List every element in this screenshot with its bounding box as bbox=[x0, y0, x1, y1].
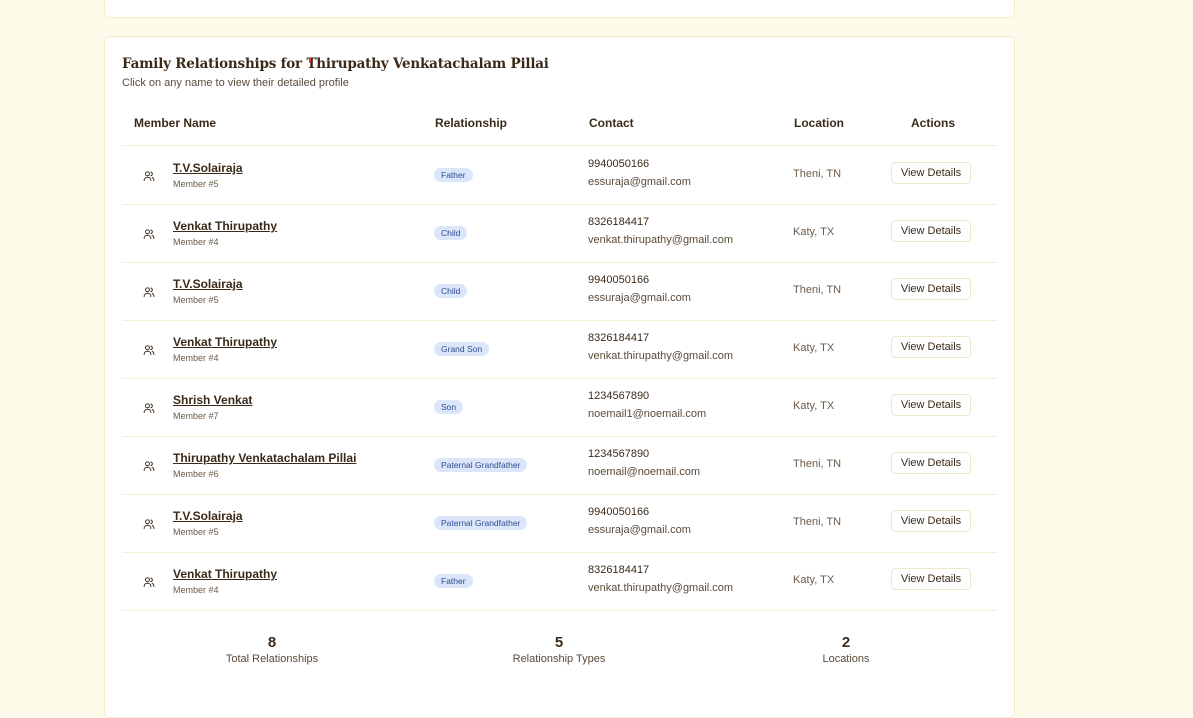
stat-value: 5 bbox=[554, 634, 564, 651]
stat-total-relationships: 8 Total Relationships bbox=[182, 634, 362, 665]
location-text: Katy, TX bbox=[793, 342, 835, 354]
contact-email: essuraja@gmail.com bbox=[588, 176, 691, 188]
member-name-link[interactable]: Venkat Thirupathy bbox=[173, 567, 277, 581]
previous-card bbox=[104, 0, 1015, 18]
header-location: Location bbox=[794, 116, 844, 130]
mouse-cursor bbox=[309, 58, 311, 63]
member-name-link[interactable]: Venkat Thirupathy bbox=[173, 219, 277, 233]
location-text: Katy, TX bbox=[793, 400, 835, 412]
table-row: T.V.Solairaja Member #5 Father 9940050166 es… bbox=[122, 146, 997, 205]
table-row: Venkat Thirupathy Member #4 Child 832618441… bbox=[122, 204, 997, 263]
contact-phone: 8326184417 bbox=[588, 564, 650, 576]
header-member-name: Member Name bbox=[134, 116, 217, 130]
stat-label: Relationship Types bbox=[512, 653, 606, 665]
header-contact: Contact bbox=[589, 116, 634, 130]
contact-phone: 1234567890 bbox=[588, 448, 650, 460]
contact-email: essuraja@gmail.com bbox=[588, 292, 691, 304]
users-icon bbox=[143, 517, 155, 529]
family-relationships-panel: Family Relationships for Thirupathy Venk… bbox=[104, 36, 1015, 718]
relationship-badge: Paternal Grandfather bbox=[434, 516, 528, 530]
member-name-link[interactable]: T.V.Solairaja bbox=[173, 161, 243, 175]
contact-phone: 9940050166 bbox=[588, 158, 650, 170]
contact-phone: 8326184417 bbox=[588, 216, 650, 228]
location-text: Theni, TN bbox=[793, 458, 842, 470]
stat-label: Locations bbox=[822, 653, 870, 665]
table-row: Venkat Thirupathy Member #4 Grand Son 83261… bbox=[122, 320, 997, 379]
member-number: Member #7 bbox=[173, 411, 219, 421]
relationship-badge: Father bbox=[434, 168, 473, 182]
contact-phone: 1234567890 bbox=[588, 390, 650, 402]
member-name-link[interactable]: Shrish Venkat bbox=[173, 393, 252, 407]
panel-subtitle: Click on any name to view their detailed… bbox=[122, 77, 349, 89]
users-icon bbox=[143, 401, 155, 413]
relationship-badge: Son bbox=[434, 400, 464, 414]
stat-label: Total Relationships bbox=[225, 653, 319, 665]
relationship-badge: Child bbox=[434, 226, 468, 240]
table-row: Venkat Thirupathy Member #4 Father 83261844… bbox=[122, 552, 997, 611]
view-details-button[interactable]: View Details bbox=[891, 568, 971, 590]
view-details-button[interactable]: View Details bbox=[891, 452, 971, 474]
header-actions: Actions bbox=[911, 116, 956, 130]
member-number: Member #6 bbox=[173, 469, 219, 479]
stat-locations: 2 Locations bbox=[756, 634, 936, 665]
stat-value: 2 bbox=[841, 634, 851, 651]
view-details-button[interactable]: View Details bbox=[891, 162, 971, 184]
member-number: Member #5 bbox=[173, 527, 219, 537]
contact-email: noemail1@noemail.com bbox=[588, 408, 707, 420]
view-details-button[interactable]: View Details bbox=[891, 394, 971, 416]
member-number: Member #4 bbox=[173, 585, 219, 595]
contact-email: venkat.thirupathy@gmail.com bbox=[588, 234, 734, 246]
users-icon bbox=[143, 227, 155, 239]
contact-email: venkat.thirupathy@gmail.com bbox=[588, 350, 734, 362]
contact-phone: 8326184417 bbox=[588, 332, 650, 344]
location-text: Theni, TN bbox=[793, 516, 842, 528]
table-row: Thirupathy Venkatachalam Pillai Member #6… bbox=[122, 436, 997, 495]
view-details-button[interactable]: View Details bbox=[891, 220, 971, 242]
member-number: Member #5 bbox=[173, 295, 219, 305]
relationship-badge: Father bbox=[434, 574, 473, 588]
contact-phone: 9940050166 bbox=[588, 506, 650, 518]
contact-email: noemail@noemail.com bbox=[588, 466, 701, 478]
table-header: Member Name Relationship Contact Locatio… bbox=[122, 109, 997, 146]
contact-phone: 9940050166 bbox=[588, 274, 650, 286]
member-number: Member #4 bbox=[173, 353, 219, 363]
location-text: Katy, TX bbox=[793, 226, 835, 238]
view-details-button[interactable]: View Details bbox=[891, 336, 971, 358]
contact-email: essuraja@gmail.com bbox=[588, 524, 691, 536]
relationship-badge: Grand Son bbox=[434, 342, 490, 356]
users-icon bbox=[143, 169, 155, 181]
relationship-badge: Child bbox=[434, 284, 468, 298]
table-row: Shrish Venkat Member #7 Son 1234567890 noema… bbox=[122, 378, 997, 437]
stat-relationship-types: 5 Relationship Types bbox=[469, 634, 649, 665]
location-text: Theni, TN bbox=[793, 168, 842, 180]
header-relationship: Relationship bbox=[435, 116, 508, 130]
location-text: Katy, TX bbox=[793, 574, 835, 586]
member-number: Member #5 bbox=[173, 179, 219, 189]
users-icon bbox=[143, 459, 155, 471]
users-icon bbox=[143, 343, 155, 355]
users-icon bbox=[143, 575, 155, 587]
view-details-button[interactable]: View Details bbox=[891, 278, 971, 300]
location-text: Theni, TN bbox=[793, 284, 842, 296]
panel-title: Family Relationships for Thirupathy Venk… bbox=[122, 56, 549, 72]
member-name-link[interactable]: T.V.Solairaja bbox=[173, 277, 243, 291]
users-icon bbox=[143, 285, 155, 297]
relationship-badge: Paternal Grandfather bbox=[434, 458, 528, 472]
view-details-button[interactable]: View Details bbox=[891, 510, 971, 532]
table-row: T.V.Solairaja Member #5 Paternal Grandfath… bbox=[122, 494, 997, 553]
stat-value: 8 bbox=[267, 634, 277, 651]
table-row: T.V.Solairaja Member #5 Child 9940050166 ess… bbox=[122, 262, 997, 321]
member-name-link[interactable]: T.V.Solairaja bbox=[173, 509, 243, 523]
contact-email: venkat.thirupathy@gmail.com bbox=[588, 582, 734, 594]
member-number: Member #4 bbox=[173, 237, 219, 247]
member-name-link[interactable]: Venkat Thirupathy bbox=[173, 335, 277, 349]
member-name-link[interactable]: Thirupathy Venkatachalam Pillai bbox=[173, 451, 356, 465]
